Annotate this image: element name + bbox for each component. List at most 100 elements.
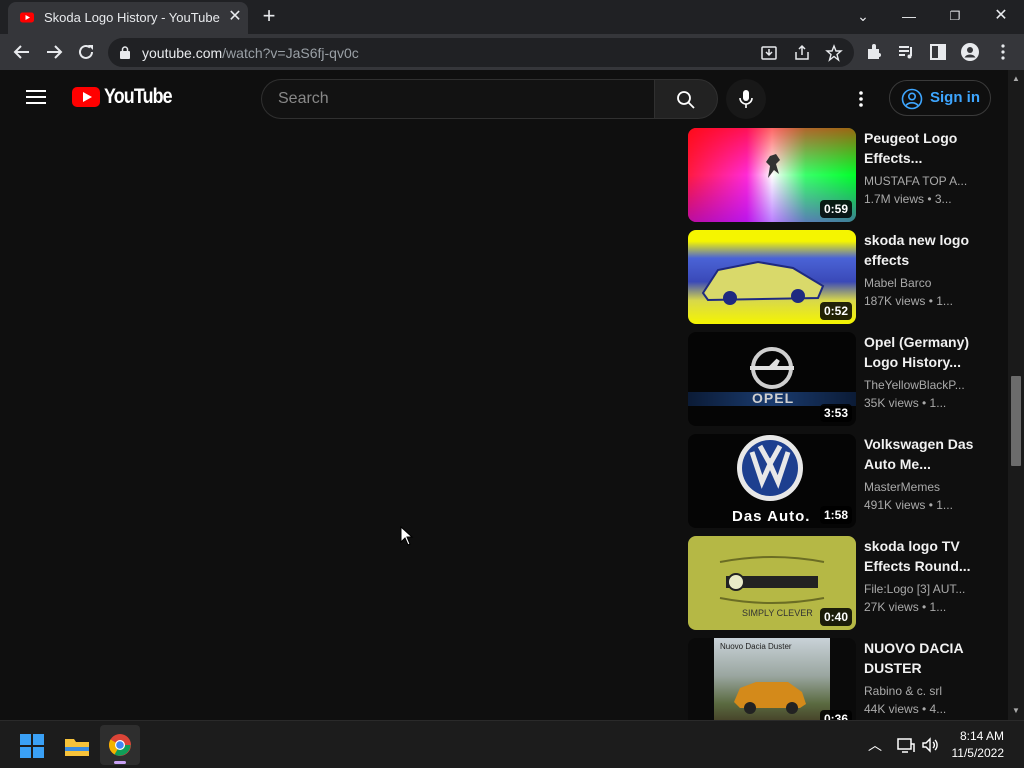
- video-title[interactable]: NUOVO DACIA DUSTER: [864, 638, 976, 678]
- video-meta: 491K views • 1...: [864, 498, 953, 512]
- car-image-icon: [701, 260, 825, 305]
- video-thumbnail[interactable]: OPEL 3:53: [688, 332, 856, 426]
- vw-caption: Das Auto.: [732, 508, 811, 525]
- chrome-taskbar-button[interactable]: [100, 725, 140, 765]
- youtube-logo-text[interactable]: YouTube: [104, 85, 173, 109]
- scroll-up-arrow-icon[interactable]: ▲: [1008, 72, 1024, 86]
- browser-tab[interactable]: Skoda Logo History - YouTube ✕: [8, 2, 248, 34]
- video-title[interactable]: skoda logo TV Effects Round...: [864, 536, 976, 576]
- channel-name[interactable]: File:Logo [3] AUT...: [864, 582, 974, 596]
- video-duration: 3:53: [819, 404, 852, 422]
- show-hidden-icons-chevron-up-icon[interactable]: ︿: [868, 735, 888, 755]
- dacia-caption: Nuovo Dacia Duster: [720, 642, 792, 651]
- video-title[interactable]: Volkswagen Das Auto Me...: [864, 434, 976, 474]
- search-button[interactable]: [654, 79, 718, 119]
- close-window-button[interactable]: ✕: [989, 5, 1013, 27]
- voice-search-button[interactable]: [726, 79, 766, 119]
- opel-logo-icon: [750, 347, 794, 389]
- video-duration: 0:59: [819, 200, 852, 218]
- video-thumbnail[interactable]: 0:52: [688, 230, 856, 324]
- channel-name[interactable]: MasterMemes: [864, 480, 974, 494]
- video-thumbnail[interactable]: Nuovo Dacia Duster 0:36: [688, 638, 856, 720]
- share-icon[interactable]: [793, 44, 811, 62]
- forward-arrow-icon[interactable]: [43, 41, 65, 63]
- video-meta: 35K views • 1...: [864, 396, 947, 410]
- url-text[interactable]: youtube.com/watch?v=JaS6fj-qv0c: [142, 45, 359, 61]
- active-app-indicator: [114, 761, 126, 764]
- microphone-icon: [739, 90, 753, 108]
- video-duration: 1:58: [819, 506, 852, 524]
- youtube-header: YouTube Search Sign in: [0, 70, 1008, 128]
- bookmark-star-icon[interactable]: [825, 44, 843, 62]
- sign-in-button[interactable]: Sign in: [889, 80, 991, 116]
- sign-in-label: Sign in: [930, 89, 980, 106]
- install-app-icon[interactable]: [760, 44, 778, 62]
- video-title[interactable]: Opel (Germany) Logo History...: [864, 332, 976, 372]
- browser-toolbar: youtube.com/watch?v=JaS6fj-qv0c: [0, 34, 1024, 70]
- windows-taskbar: ︿ 8:14 AM 11/5/2022: [0, 720, 1024, 768]
- video-meta: 44K views • 4...: [864, 702, 947, 716]
- extensions-puzzle-icon[interactable]: [864, 42, 884, 62]
- tab-title: Skoda Logo History - YouTube: [44, 10, 220, 25]
- account-circle-icon: [901, 88, 923, 110]
- channel-name[interactable]: Rabino & c. srl: [864, 684, 974, 698]
- file-explorer-button[interactable]: [56, 725, 96, 765]
- media-control-icon[interactable]: [896, 42, 916, 62]
- channel-name[interactable]: MUSTAFA TOP A...: [864, 174, 974, 188]
- channel-name[interactable]: TheYellowBlackP...: [864, 378, 974, 392]
- chrome-menu-icon[interactable]: [993, 42, 1013, 62]
- tab-close-icon[interactable]: ✕: [226, 8, 244, 26]
- video-meta: 1.7M views • 3...: [864, 192, 952, 206]
- video-duration: 0:52: [819, 302, 852, 320]
- chrome-icon: [109, 734, 131, 756]
- video-meta: 187K views • 1...: [864, 294, 953, 308]
- volume-speaker-icon[interactable]: [920, 735, 940, 755]
- search-input[interactable]: Search: [261, 79, 655, 119]
- back-arrow-icon[interactable]: [11, 41, 33, 63]
- video-title[interactable]: Peugeot Logo Effects...: [864, 128, 976, 168]
- video-meta: 27K views • 1...: [864, 600, 947, 614]
- restore-button[interactable]: ❐: [943, 5, 967, 27]
- related-video-item[interactable]: 0:59 Peugeot Logo Effects... MUSTAFA TOP…: [688, 128, 998, 222]
- video-thumbnail[interactable]: SIMPLY CLEVER 0:40: [688, 536, 856, 630]
- related-video-item[interactable]: Das Auto. 1:58 Volkswagen Das Auto Me...…: [688, 434, 998, 528]
- related-video-item[interactable]: Nuovo Dacia Duster 0:36 NUOVO DACIA DUST…: [688, 638, 998, 720]
- video-thumbnail[interactable]: Das Auto. 1:58: [688, 434, 856, 528]
- opel-caption: OPEL: [752, 390, 795, 406]
- windows-logo-icon: [20, 734, 44, 758]
- related-video-item[interactable]: OPEL 3:53 Opel (Germany) Logo History...…: [688, 332, 998, 426]
- related-video-item[interactable]: 0:52 skoda new logo effects Mabel Barco …: [688, 230, 998, 324]
- video-thumbnail[interactable]: 0:59: [688, 128, 856, 222]
- browser-tab-bar: Skoda Logo History - YouTube ✕ + ⌄ — ❐ ✕: [0, 0, 1024, 34]
- youtube-favicon-icon: [20, 12, 34, 23]
- new-tab-button[interactable]: +: [258, 5, 280, 28]
- volkswagen-logo-icon: [737, 435, 803, 501]
- mouse-cursor-icon: [400, 526, 414, 546]
- search-placeholder: Search: [278, 90, 329, 107]
- clock-date[interactable]: 11/5/2022: [952, 746, 1005, 760]
- search-icon: [677, 91, 695, 109]
- profile-avatar-icon[interactable]: [960, 42, 980, 62]
- side-panel-icon[interactable]: [928, 42, 948, 62]
- skoda-logo-icon: [719, 556, 825, 604]
- video-title[interactable]: skoda new logo effects: [864, 230, 976, 270]
- lock-icon[interactable]: [120, 46, 130, 59]
- channel-name[interactable]: Mabel Barco: [864, 276, 974, 290]
- scroll-down-arrow-icon[interactable]: ▼: [1008, 704, 1024, 718]
- clock-time[interactable]: 8:14 AM: [960, 729, 1004, 743]
- page-scrollbar[interactable]: ▲ ▼: [1008, 70, 1024, 720]
- start-button[interactable]: [12, 725, 52, 765]
- tab-search-icon[interactable]: ⌄: [851, 5, 875, 27]
- suv-car-icon: [734, 682, 806, 714]
- folder-icon: [65, 739, 89, 756]
- skoda-caption: SIMPLY CLEVER: [742, 608, 813, 618]
- youtube-logo-icon[interactable]: [72, 87, 100, 107]
- more-options-icon[interactable]: [851, 89, 871, 109]
- scrollbar-thumb[interactable]: [1011, 376, 1021, 466]
- reload-icon[interactable]: [75, 41, 97, 63]
- network-icon[interactable]: [896, 735, 916, 755]
- address-bar[interactable]: youtube.com/watch?v=JaS6fj-qv0c: [108, 38, 854, 67]
- related-video-item[interactable]: SIMPLY CLEVER 0:40 skoda logo TV Effects…: [688, 536, 998, 630]
- minimize-button[interactable]: —: [897, 5, 921, 27]
- hamburger-menu-icon[interactable]: [26, 89, 46, 105]
